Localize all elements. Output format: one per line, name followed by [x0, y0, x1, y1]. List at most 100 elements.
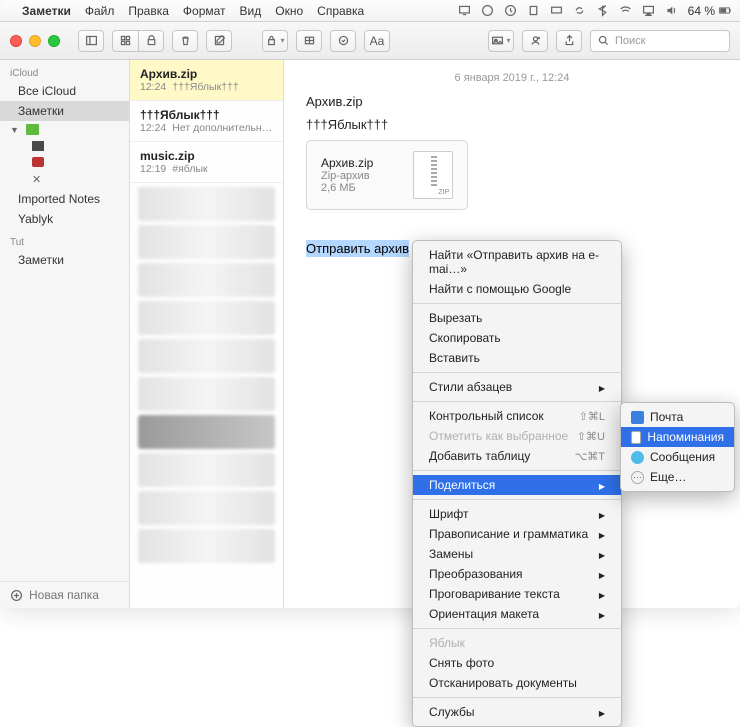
search-field[interactable]: Поиск: [590, 30, 730, 52]
submenu-item[interactable]: Сообщения: [621, 447, 734, 467]
blurred-item: [138, 377, 275, 411]
attachments-view[interactable]: [138, 30, 164, 52]
folders-sidebar: iCloud Все iCloud Заметки ▼ ✕ Imported N…: [0, 60, 130, 608]
sidebar-item-tut-notes[interactable]: Заметки: [0, 250, 129, 270]
battery-indicator[interactable]: 64 %: [688, 4, 732, 18]
checklist-button[interactable]: [330, 30, 356, 52]
blurred-item: [138, 263, 275, 297]
sidebar-item-notes[interactable]: Заметки: [0, 101, 129, 121]
minimize-window[interactable]: [29, 35, 41, 47]
blurred-item: [138, 529, 275, 563]
display-icon[interactable]: [550, 4, 563, 17]
folder-icon: [26, 124, 39, 135]
blurred-item: [138, 225, 275, 259]
new-folder-label: Новая папка: [29, 588, 99, 602]
view-list[interactable]: [112, 30, 138, 52]
menu-item[interactable]: Контрольный список⇧⌘L: [413, 406, 621, 426]
list-item[interactable]: †††Яблык††† 12:24Нет дополнительн…: [130, 101, 283, 142]
menu-item[interactable]: Стили абзацев: [413, 377, 621, 397]
menu-separator: [413, 401, 621, 402]
system-menubar: Заметки Файл Правка Формат Вид Окно Спра…: [0, 0, 740, 22]
text-style[interactable]: Aa: [364, 30, 390, 52]
list-item[interactable]: music.zip 12:19#яблык: [130, 142, 283, 183]
close-window[interactable]: [10, 35, 22, 47]
blurred-item: [138, 301, 275, 335]
menu-item[interactable]: Найти с помощью Google: [413, 279, 621, 299]
menu-item[interactable]: Ориентация макета: [413, 604, 621, 608]
submenu-item[interactable]: Почта: [621, 407, 734, 427]
sidebar-item-all-icloud[interactable]: Все iCloud: [0, 81, 129, 101]
menu-item[interactable]: Проговаривание текста: [413, 584, 621, 604]
menu-item[interactable]: Вставить: [413, 348, 621, 368]
sidebar-item-yablyk[interactable]: Yablyk: [0, 209, 129, 229]
context-menu: Найти «Отправить архив на e-mai…»Найти с…: [412, 240, 622, 608]
new-note[interactable]: [206, 30, 232, 52]
search-placeholder: Поиск: [615, 35, 645, 47]
app-menu[interactable]: Заметки: [22, 4, 71, 18]
sidebar-item-green-folder[interactable]: ▼: [0, 121, 129, 138]
menu-edit[interactable]: Правка: [128, 4, 169, 18]
sidebar-toggle[interactable]: [78, 30, 104, 52]
sidebar-item-imported[interactable]: Imported Notes: [0, 189, 129, 209]
lock-menu[interactable]: ▾: [262, 30, 288, 52]
volume-icon[interactable]: [665, 4, 678, 17]
note-title: †††Яблык†††: [140, 108, 273, 122]
viber-icon[interactable]: [481, 4, 494, 17]
submenu-item[interactable]: ⋯Еще…: [621, 467, 734, 487]
attachment-name: Архив.zip: [321, 156, 373, 170]
menu-view[interactable]: Вид: [240, 4, 262, 18]
menu-item[interactable]: Правописание и грамматика: [413, 524, 621, 544]
menu-item[interactable]: Скопировать: [413, 328, 621, 348]
disclosure-triangle[interactable]: ▼: [10, 125, 19, 135]
menu-item[interactable]: Найти «Отправить архив на e-mai…»: [413, 245, 621, 279]
menu-item[interactable]: Поделиться: [413, 475, 621, 495]
zip-icon: ZIP: [413, 151, 453, 199]
note-title: Архив.zip: [140, 67, 273, 81]
bluetooth-icon[interactable]: [596, 4, 609, 17]
blurred-item: [138, 187, 275, 221]
attachment-card[interactable]: Архив.zip Zip-архив 2,6 МБ ZIP: [306, 140, 468, 210]
table-button[interactable]: [296, 30, 322, 52]
blurred-item: [138, 491, 275, 525]
new-folder-button[interactable]: Новая папка: [0, 581, 129, 608]
attachment-size: 2,6 МБ: [321, 182, 373, 194]
menu-item[interactable]: Замены: [413, 544, 621, 564]
list-item[interactable]: Архив.zip 12:24†††Яблык†††: [130, 60, 283, 101]
menu-file[interactable]: Файл: [85, 4, 115, 18]
msg-icon: [631, 451, 644, 464]
menu-item[interactable]: Вырезать: [413, 308, 621, 328]
menu-window[interactable]: Окно: [275, 4, 303, 18]
sidebar-subitem-3[interactable]: ✕: [0, 170, 129, 189]
search-icon: [597, 34, 610, 47]
window-toolbar: ▾ Aa ▾ Поиск: [0, 22, 740, 60]
delete-note[interactable]: [172, 30, 198, 52]
menu-item[interactable]: Преобразования: [413, 564, 621, 584]
zoom-window[interactable]: [48, 35, 60, 47]
sync-icon[interactable]: [573, 4, 586, 17]
menu-item[interactable]: Шрифт: [413, 504, 621, 524]
selected-text[interactable]: Отправить архив: [306, 240, 409, 257]
menu-item[interactable]: Добавить таблицу⌥⌘T: [413, 446, 621, 466]
menu-help[interactable]: Справка: [317, 4, 364, 18]
window-controls: [10, 35, 60, 47]
menu-separator: [413, 499, 621, 500]
battery-percent: 64 %: [688, 4, 715, 18]
attachment-kind: Zip-архив: [321, 170, 373, 182]
blurred-item: [138, 339, 275, 373]
mail-icon: [631, 411, 644, 424]
submenu-item[interactable]: Напоминания: [621, 427, 734, 447]
monitor-icon[interactable]: [458, 4, 471, 17]
clipboard-icon[interactable]: [527, 4, 540, 17]
sidebar-subitem-2[interactable]: [0, 154, 129, 170]
share-button[interactable]: [556, 30, 582, 52]
folder-icon: [32, 157, 44, 167]
collaborate-button[interactable]: [522, 30, 548, 52]
wifi-icon[interactable]: [619, 4, 632, 17]
menu-format[interactable]: Формат: [183, 4, 226, 18]
blurred-item: [138, 415, 275, 449]
clock-icon[interactable]: [504, 4, 517, 17]
sidebar-subitem-1[interactable]: [0, 138, 129, 154]
plus-circle-icon: [10, 589, 23, 602]
airplay-icon[interactable]: [642, 4, 655, 17]
media-button[interactable]: ▾: [488, 30, 514, 52]
